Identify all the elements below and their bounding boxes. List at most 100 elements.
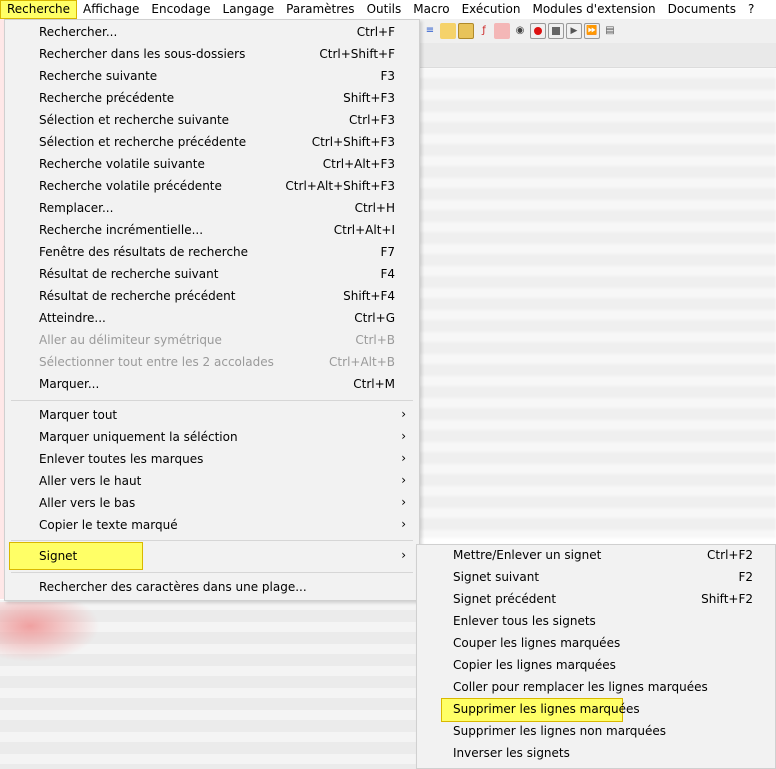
- menu-item-label: Signet précédent: [453, 592, 557, 606]
- submenu-item-cut-marked[interactable]: Couper les lignes marquées: [417, 633, 775, 655]
- menu-item-shortcut: Shift+F3: [343, 91, 395, 105]
- menu-langage[interactable]: Langage: [217, 0, 281, 19]
- menu-item-shortcut: Ctrl+F: [356, 25, 395, 39]
- save-macro-icon[interactable]: ▤: [602, 23, 618, 39]
- menu-item-shortcut: F4: [380, 267, 395, 281]
- submenu-item-paste-replace[interactable]: Coller pour remplacer les lignes marquée…: [417, 677, 775, 699]
- menu-item-label: Aller vers le bas: [39, 496, 136, 510]
- menu-item-resultat-precedent[interactable]: Résultat de recherche précédent Shift+F4: [5, 286, 419, 308]
- toolbar: ≡ ƒ ◉ ▶ ⏩ ▤: [418, 19, 776, 43]
- editor-area[interactable]: [418, 68, 776, 538]
- menu-item-label: Résultat de recherche suivant: [39, 267, 219, 281]
- eye-icon[interactable]: ◉: [512, 23, 528, 39]
- menu-item-label: Sélection et recherche précédente: [39, 135, 247, 149]
- menu-macro[interactable]: Macro: [407, 0, 455, 19]
- menu-item-recherche-precedente[interactable]: Recherche précédente Shift+F3: [5, 88, 419, 110]
- menu-item-enlever-marques[interactable]: Enlever toutes les marques ›: [5, 449, 419, 471]
- menu-item-label: Remplacer...: [39, 201, 114, 215]
- align-icon[interactable]: ≡: [422, 23, 438, 39]
- menu-item-sous-dossiers[interactable]: Rechercher dans les sous-dossiers Ctrl+Sh…: [5, 44, 419, 66]
- menu-item-label: Rechercher des caractères dans une plage…: [39, 580, 307, 594]
- menu-item-shortcut: F2: [738, 570, 753, 584]
- menu-item-atteindre[interactable]: Atteindre... Ctrl+G: [5, 308, 419, 330]
- menu-item-rechercher[interactable]: Rechercher... Ctrl+F: [5, 22, 419, 44]
- menu-item-delimiteur: Aller au délimiteur symétrique Ctrl+B: [5, 330, 419, 352]
- menu-execution[interactable]: Exécution: [456, 0, 527, 19]
- search-menu: Rechercher... Ctrl+F Rechercher dans les …: [4, 19, 420, 601]
- menu-item-label: Supprimer les lignes marquées: [453, 702, 640, 716]
- menu-item-volatile-suivante[interactable]: Recherche volatile suivante Ctrl+Alt+F3: [5, 154, 419, 176]
- menu-item-marquer-selection[interactable]: Marquer uniquement la séléction ›: [5, 427, 419, 449]
- menu-item-label: Marquer tout: [39, 408, 118, 422]
- menu-item-label: Aller au délimiteur symétrique: [39, 333, 222, 347]
- chevron-right-icon: ›: [401, 451, 406, 465]
- menu-item-label: Résultat de recherche précédent: [39, 289, 236, 303]
- menu-item-signet[interactable]: Signet ›: [5, 546, 419, 568]
- menu-item-shortcut: Ctrl+Shift+F: [319, 47, 395, 61]
- menu-item-label: Aller vers le haut: [39, 474, 142, 488]
- record-icon[interactable]: [530, 23, 546, 39]
- run-multiple-icon[interactable]: ⏩: [584, 23, 600, 39]
- menu-item-label: Enlever toutes les marques: [39, 452, 204, 466]
- menu-item-shortcut: Ctrl+M: [353, 377, 395, 391]
- submenu-item-copy-marked[interactable]: Copier les lignes marquées: [417, 655, 775, 677]
- menu-modules[interactable]: Modules d'extension: [526, 0, 661, 19]
- menu-item-caracteres-plage[interactable]: Rechercher des caractères dans une plage…: [5, 577, 419, 599]
- menu-item-resultat-suivant[interactable]: Résultat de recherche suivant F4: [5, 264, 419, 286]
- submenu-item-toggle-bookmark[interactable]: Mettre/Enlever un signet Ctrl+F2: [417, 545, 775, 567]
- menu-item-label: Marquer...: [39, 377, 100, 391]
- submenu-item-invert-bookmarks[interactable]: Inverser les signets: [417, 743, 775, 765]
- menu-item-aller-bas[interactable]: Aller vers le bas ›: [5, 493, 419, 515]
- menu-item-shortcut: F7: [380, 245, 395, 259]
- menu-item-incrementielle[interactable]: Recherche incrémentielle... Ctrl+Alt+I: [5, 220, 419, 242]
- submenu-item-prev-bookmark[interactable]: Signet précédent Shift+F2: [417, 589, 775, 611]
- tab-bar: [418, 43, 776, 68]
- menu-separator: [11, 400, 413, 401]
- menu-item-label: Coller pour remplacer les lignes marquée…: [453, 680, 708, 694]
- play-icon[interactable]: ▶: [566, 23, 582, 39]
- menu-item-shortcut: Ctrl+Alt+I: [333, 223, 395, 237]
- menu-item-shortcut: Ctrl+Alt+B: [329, 355, 395, 369]
- menu-item-label: Signet suivant: [453, 570, 540, 584]
- menu-item-marquer[interactable]: Marquer... Ctrl+M: [5, 374, 419, 396]
- bookmark-submenu: Mettre/Enlever un signet Ctrl+F2 Signet s…: [416, 544, 776, 769]
- menu-item-label: Recherche incrémentielle...: [39, 223, 204, 237]
- menu-item-label: Recherche volatile suivante: [39, 157, 205, 171]
- menu-item-recherche-suivante[interactable]: Recherche suivante F3: [5, 66, 419, 88]
- menu-parametres[interactable]: Paramètres: [280, 0, 360, 19]
- submenu-item-delete-unmarked[interactable]: Supprimer les lignes non marquées: [417, 721, 775, 743]
- menu-item-shortcut: Ctrl+F3: [349, 113, 395, 127]
- menu-item-volatile-precedente[interactable]: Recherche volatile précédente Ctrl+Alt+Sh…: [5, 176, 419, 198]
- submenu-item-delete-marked[interactable]: Supprimer les lignes marquées: [417, 699, 775, 721]
- map-icon[interactable]: [458, 23, 474, 39]
- menu-item-copier-texte-marque[interactable]: Copier le texte marqué ›: [5, 515, 419, 537]
- folder-icon[interactable]: [440, 23, 456, 39]
- menu-documents[interactable]: Documents: [662, 0, 742, 19]
- menu-item-remplacer[interactable]: Remplacer... Ctrl+H: [5, 198, 419, 220]
- menu-item-label: Copier les lignes marquées: [453, 658, 616, 672]
- menu-item-marquer-tout[interactable]: Marquer tout ›: [5, 405, 419, 427]
- menu-item-aller-haut[interactable]: Aller vers le haut ›: [5, 471, 419, 493]
- stop-icon[interactable]: [548, 23, 564, 39]
- menu-outils[interactable]: Outils: [361, 0, 408, 19]
- submenu-item-clear-bookmarks[interactable]: Enlever tous les signets: [417, 611, 775, 633]
- chevron-right-icon: ›: [401, 407, 406, 421]
- menu-item-shortcut: Ctrl+G: [354, 311, 395, 325]
- menu-item-fenetre-resultats[interactable]: Fenêtre des résultats de recherche F7: [5, 242, 419, 264]
- submenu-item-next-bookmark[interactable]: Signet suivant F2: [417, 567, 775, 589]
- menu-encodage[interactable]: Encodage: [145, 0, 216, 19]
- menu-item-shortcut: Ctrl+H: [354, 201, 395, 215]
- menu-item-label: Inverser les signets: [453, 746, 570, 760]
- menu-item-shortcut: Ctrl+Alt+F3: [322, 157, 395, 171]
- menu-recherche[interactable]: Recherche: [0, 0, 78, 19]
- menu-help[interactable]: ?: [742, 0, 760, 19]
- menu-item-shortcut: Ctrl+Alt+Shift+F3: [285, 179, 395, 193]
- folder-pink-icon[interactable]: [494, 23, 510, 39]
- menu-affichage[interactable]: Affichage: [77, 0, 145, 19]
- menu-item-label: Sélectionner tout entre les 2 accolades: [39, 355, 274, 369]
- pdf-icon[interactable]: ƒ: [476, 23, 492, 39]
- menu-item-selection-precedente[interactable]: Sélection et recherche précédente Ctrl+Sh…: [5, 132, 419, 154]
- chevron-right-icon: ›: [401, 495, 406, 509]
- menu-item-label: Enlever tous les signets: [453, 614, 596, 628]
- menu-item-selection-suivante[interactable]: Sélection et recherche suivante Ctrl+F3: [5, 110, 419, 132]
